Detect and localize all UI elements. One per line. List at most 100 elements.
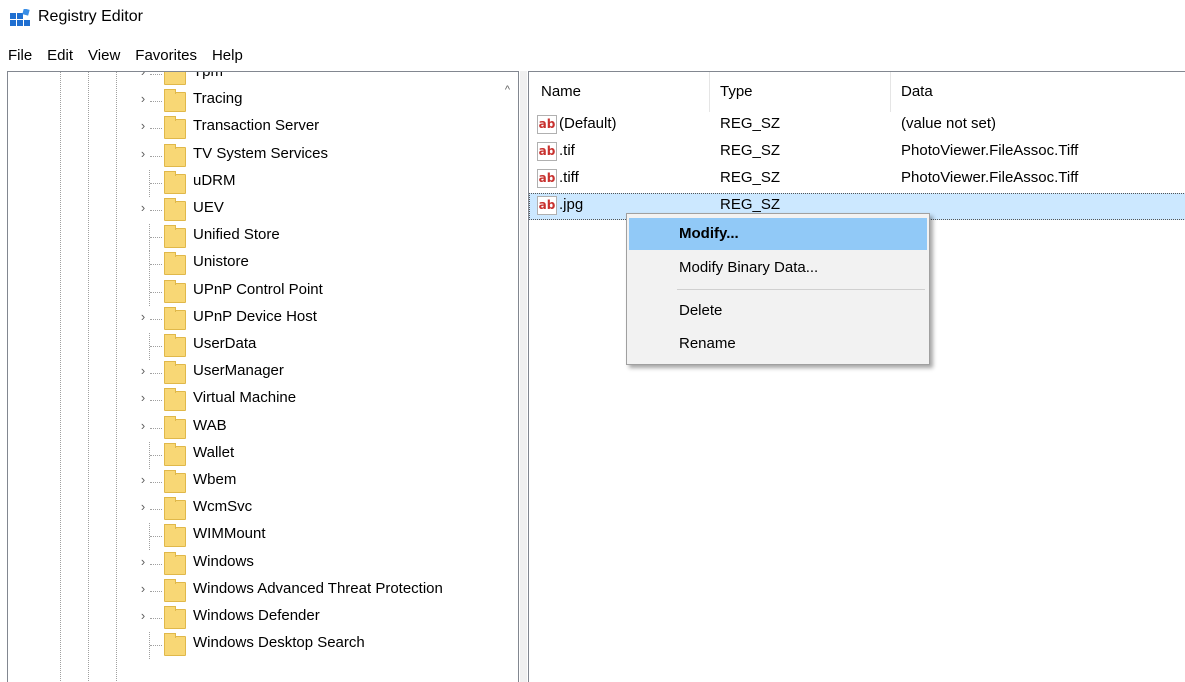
tree-connector-line	[150, 427, 162, 429]
value-row[interactable]: ab .tiff REG_SZ PhotoViewer.FileAssoc.Tiff	[529, 166, 1185, 193]
tree-connector-line	[150, 318, 162, 320]
chevron-right-icon[interactable]: ›	[138, 581, 148, 596]
tree-item[interactable]: › Windows	[8, 551, 518, 578]
column-header-name[interactable]: Name	[541, 83, 581, 100]
value-row[interactable]: ab (Default) REG_SZ (value not set)	[529, 112, 1185, 139]
tree-item[interactable]: Unistore	[8, 251, 518, 279]
tree-connector-line	[150, 454, 162, 456]
context-menu-item[interactable]: Modify Binary Data...	[629, 252, 927, 284]
value-row[interactable]: ab .tif REG_SZ PhotoViewer.FileAssoc.Tiff	[529, 139, 1185, 166]
tree-item[interactable]: Unified Store	[8, 224, 518, 252]
tree-connector-line	[150, 509, 162, 511]
menu-bar: File Edit View Favorites Help	[0, 44, 1185, 66]
tree-connector-line	[150, 128, 162, 130]
tree-item-label: Windows Defender	[193, 607, 320, 624]
folder-icon	[164, 606, 186, 629]
folder-icon	[164, 143, 186, 167]
folder-icon	[164, 225, 186, 249]
tree-item[interactable]: Wallet	[8, 441, 518, 469]
window-title: Registry Editor	[38, 8, 143, 25]
menu-help[interactable]: Help	[212, 47, 243, 64]
column-divider[interactable]	[890, 72, 891, 112]
tree-item[interactable]: › WAB	[8, 415, 518, 442]
value-data: PhotoViewer.FileAssoc.Tiff	[901, 169, 1079, 186]
value-data: PhotoViewer.FileAssoc.Tiff	[901, 142, 1079, 159]
tree-item[interactable]: › WcmSvc	[8, 496, 518, 523]
folder-icon	[164, 551, 186, 575]
context-menu: Modify... Modify Binary Data... Delete Rena…	[626, 213, 930, 365]
chevron-right-icon[interactable]: ›	[138, 418, 148, 433]
tree-connector-line	[150, 291, 162, 293]
menu-favorites[interactable]: Favorites	[135, 47, 197, 64]
tree-item[interactable]: › UserManager	[8, 360, 518, 387]
tree-item[interactable]: › TV System Services	[8, 143, 518, 170]
tree-item[interactable]: › Windows Advanced Threat Protection	[8, 578, 518, 605]
chevron-right-icon[interactable]: ›	[138, 472, 148, 487]
tree-item-label: Tpm	[193, 71, 223, 80]
tree-item-label: UPnP Control Point	[193, 280, 323, 298]
context-menu-item[interactable]: Rename	[629, 328, 927, 360]
chevron-right-icon[interactable]: ›	[138, 390, 148, 405]
values-list[interactable]: Name Type Data ab (Default) REG_SZ (value n…	[528, 71, 1185, 682]
tree-item[interactable]: › Tpm	[8, 71, 518, 88]
tree-item[interactable]: uDRM	[8, 169, 518, 197]
value-type: REG_SZ	[720, 196, 781, 213]
folder-icon	[164, 388, 186, 412]
tree-item[interactable]: › Tracing	[8, 88, 518, 115]
tree-item[interactable]: › UPnP Device Host	[8, 306, 518, 333]
tree-connector-line	[150, 182, 162, 184]
chevron-right-icon[interactable]: ›	[138, 309, 148, 324]
tree-item[interactable]: › Virtual Machine	[8, 387, 518, 414]
context-menu-item[interactable]: Delete	[629, 295, 927, 327]
value-name: .tif	[559, 142, 575, 159]
tree-connector-line	[150, 346, 162, 347]
tree-item-label: Wallet	[193, 443, 235, 461]
tree-item-label: UserData	[193, 335, 257, 352]
tree-scrollbar[interactable]	[520, 71, 527, 682]
tree-item-label: UEV	[193, 199, 224, 216]
menu-separator	[677, 289, 925, 290]
tree-item[interactable]: UPnP Control Point	[8, 278, 518, 306]
chevron-right-icon[interactable]: ›	[138, 72, 148, 79]
tree-connector-line	[150, 210, 162, 211]
tree-item-label: uDRM	[193, 171, 236, 189]
string-value-icon: ab	[537, 169, 557, 188]
chevron-right-icon[interactable]: ›	[138, 200, 148, 215]
folder-icon	[164, 470, 186, 493]
chevron-right-icon[interactable]: ›	[138, 118, 148, 133]
tree-item[interactable]: WIMMount	[8, 523, 518, 551]
tree-connector-line	[150, 400, 162, 402]
column-header-data[interactable]: Data	[901, 83, 933, 100]
column-header-type[interactable]: Type	[720, 83, 753, 100]
chevron-right-icon[interactable]: ›	[138, 146, 148, 161]
folder-icon	[164, 633, 186, 657]
column-divider[interactable]	[709, 72, 710, 112]
tree-item[interactable]: › Windows Defender	[8, 605, 518, 632]
tree-item[interactable]: › UEV	[8, 197, 518, 224]
tree-item[interactable]: Windows Desktop Search	[8, 632, 518, 660]
folder-icon	[164, 442, 186, 466]
chevron-right-icon[interactable]: ›	[138, 608, 148, 623]
chevron-right-icon[interactable]: ›	[138, 554, 148, 569]
folder-icon	[164, 170, 186, 194]
tree-item-label: Transaction Server	[193, 117, 320, 135]
menu-file[interactable]: File	[8, 47, 32, 64]
tree-item[interactable]: › Wbem	[8, 469, 518, 496]
chevron-right-icon[interactable]: ›	[138, 499, 148, 514]
menu-view[interactable]: View	[88, 47, 120, 64]
registry-editor-icon	[10, 9, 30, 26]
string-value-icon: ab	[537, 196, 557, 215]
folder-icon	[164, 89, 186, 113]
tree-item-label: Tracing	[193, 90, 243, 108]
chevron-right-icon[interactable]: ›	[138, 91, 148, 106]
tree-item-label: Windows	[193, 552, 254, 570]
string-value-icon: ab	[537, 142, 557, 161]
context-menu-item[interactable]: Modify...	[629, 218, 927, 250]
folder-icon	[164, 198, 186, 221]
registry-tree[interactable]: ^ › Tpm › Tracing › Transaction Server › TV Sys…	[7, 71, 519, 682]
tree-item[interactable]: › Transaction Server	[8, 115, 518, 142]
menu-edit[interactable]: Edit	[47, 47, 73, 64]
chevron-right-icon[interactable]: ›	[138, 363, 148, 378]
tree-item[interactable]: UserData	[8, 333, 518, 360]
tree-item-label: UserManager	[193, 362, 284, 380]
